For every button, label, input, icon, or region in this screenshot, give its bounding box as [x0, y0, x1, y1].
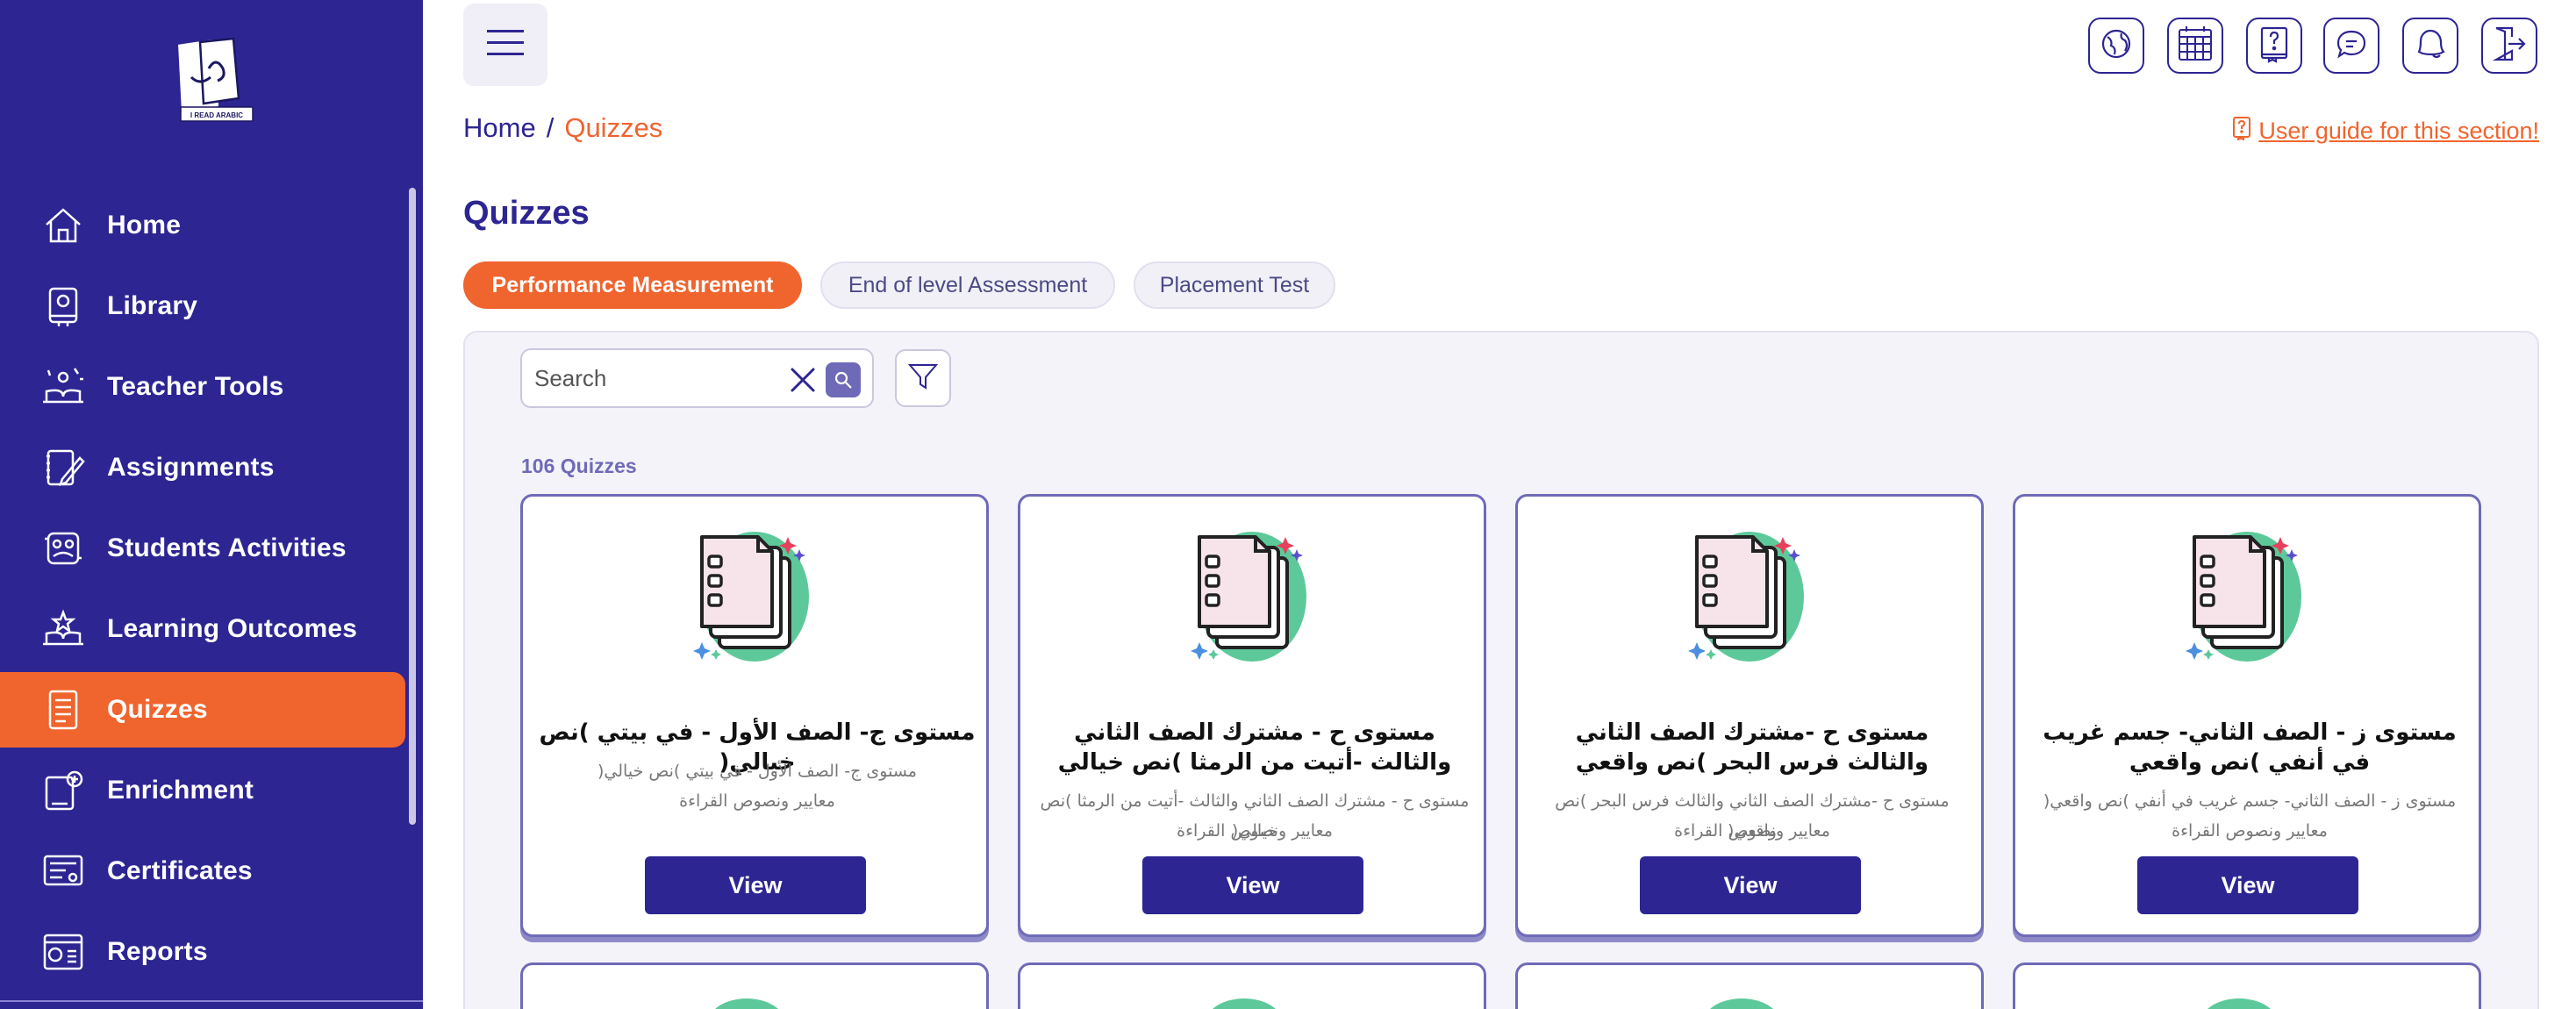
quiz-card: مستوى ح -مشترك الصف الثاني والثالث فرس ا… [1515, 494, 1984, 937]
sidebar-item-label: Library [107, 291, 198, 320]
quiz-category: معايير ونصوص القراءة [1177, 821, 1333, 841]
quiz-illustration-icon [684, 521, 828, 665]
library-icon [39, 282, 88, 331]
chat-icon [2334, 26, 2369, 66]
sidebar-item-students-activities[interactable]: Students Activities [0, 511, 405, 586]
quiz-title: مستوى ح - مشترك الصف الثاني والثالث -أتي… [1057, 719, 1452, 776]
globe-icon [2099, 26, 2134, 66]
quiz-card-partial [1515, 962, 1984, 1009]
sidebar-item-label: Teacher Tools [107, 372, 284, 401]
students-activities-icon [39, 524, 88, 573]
quiz-card-partial [1018, 962, 1486, 1009]
quiz-card: مستوى ج- الصف الأول - في بيتي )نص خيالي(… [520, 494, 989, 937]
home-icon [39, 201, 88, 250]
calendar-button[interactable] [2167, 18, 2223, 74]
sidebar-divider [0, 1000, 423, 1002]
close-icon[interactable] [787, 364, 819, 396]
quiz-illustration-icon [2177, 521, 2321, 665]
tab-end-of-level-assessment[interactable]: End of level Assessment [820, 261, 1115, 309]
quiz-subtitle: مستوى ز - الصف الثاني- جسم غريب في أنفي … [2043, 791, 2457, 811]
notification-bell-icon [2412, 25, 2449, 67]
quiz-card: مستوى ح - مشترك الصف الثاني والثالث -أتي… [1018, 494, 1486, 937]
sidebar-item-label: Home [107, 211, 182, 240]
enrichment-icon [39, 766, 88, 815]
sidebar-item-label: Learning Outcomes [107, 614, 358, 643]
sidebar-item-assignments[interactable]: Assignments [0, 430, 405, 505]
quiz-subtitle: مستوى ج- الصف الأول - في بيتي )نص خيالي( [597, 762, 917, 781]
quiz-category: معايير ونصوص القراءة [2172, 821, 2328, 841]
breadcrumb-current: Quizzes [564, 112, 663, 143]
messages-button[interactable] [2323, 18, 2379, 74]
tab-performance-measurement[interactable]: Performance Measurement [463, 261, 802, 309]
hamburger-icon [485, 28, 526, 62]
quiz-title: مستوى ح -مشترك الصف الثاني والثالث فرس ا… [1575, 719, 1929, 776]
breadcrumb: Home / Quizzes [463, 112, 662, 144]
sidebar: I READ ARABIC Home Library Teacher Tools [0, 0, 423, 1009]
quiz-category: معايير ونصوص القراءة [1674, 821, 1830, 841]
user-guide-icon [2232, 116, 2251, 147]
search-input[interactable] [534, 361, 771, 396]
help-book-icon [2257, 25, 2292, 68]
teacher-tools-icon [39, 362, 88, 411]
sidebar-item-label: Quizzes [107, 695, 208, 724]
user-guide-label: User guide for this section! [2258, 118, 2539, 144]
breadcrumb-separator: / [546, 112, 555, 143]
sidebar-item-label: Reports [107, 937, 208, 966]
search-icon[interactable] [826, 362, 861, 397]
view-button[interactable]: View [1142, 856, 1363, 914]
sidebar-item-learning-outcomes[interactable]: Learning Outcomes [0, 591, 405, 667]
help-button[interactable] [2246, 18, 2302, 74]
quizzes-icon [39, 685, 88, 734]
quiz-illustration-icon [2200, 998, 2279, 1009]
menu-toggle-button[interactable] [463, 4, 547, 86]
filter-icon [907, 361, 939, 397]
quiz-title: مستوى ز - الصف الثاني- جسم غريب في أنفي … [2043, 719, 2457, 776]
quiz-illustration-icon [1702, 998, 1781, 1009]
sidebar-item-label: Certificates [107, 856, 253, 885]
filter-button[interactable] [895, 349, 951, 407]
search-box [520, 348, 874, 408]
tab-placement-test[interactable]: Placement Test [1134, 261, 1335, 309]
quiz-illustration-icon [707, 998, 786, 1009]
view-button[interactable]: View [2137, 856, 2358, 914]
quiz-illustration-icon [1205, 998, 1284, 1009]
sidebar-item-label: Enrichment [107, 776, 254, 805]
learning-outcomes-icon [39, 605, 88, 654]
sidebar-item-label: Assignments [107, 453, 275, 482]
logo-text: I READ ARABIC [190, 111, 243, 119]
sidebar-item-library[interactable]: Library [0, 268, 405, 344]
sidebar-item-teacher-tools[interactable]: Teacher Tools [0, 349, 405, 425]
view-button[interactable]: View [645, 856, 866, 914]
sidebar-scrollbar[interactable] [409, 188, 416, 825]
breadcrumb-home-link[interactable]: Home [463, 112, 536, 144]
sidebar-item-certificates[interactable]: Certificates [0, 834, 405, 909]
quiz-category: معايير ونصوص القراءة [679, 791, 835, 811]
logout-button[interactable] [2481, 18, 2537, 74]
view-button[interactable]: View [1640, 856, 1861, 914]
language-button[interactable] [2088, 18, 2144, 74]
reports-icon [39, 927, 88, 977]
sidebar-item-reports[interactable]: Reports [0, 914, 405, 990]
sidebar-item-quizzes[interactable]: Quizzes [0, 672, 405, 748]
quiz-card-partial [2013, 962, 2481, 1009]
sidebar-item-enrichment[interactable]: Enrichment [0, 753, 405, 828]
quiz-illustration-icon [1679, 521, 1823, 665]
sidebar-item-label: Students Activities [107, 533, 347, 562]
sidebar-item-home[interactable]: Home [0, 188, 405, 263]
assignments-icon [39, 443, 88, 492]
quiz-card: مستوى ز - الصف الثاني- جسم غريب في أنفي … [2013, 494, 2481, 937]
quiz-illustration-icon [1182, 521, 1326, 665]
quiz-card-partial [520, 962, 989, 1009]
user-guide-link[interactable]: User guide for this section! [2232, 116, 2539, 147]
logout-icon [2491, 25, 2528, 68]
calendar-icon [2176, 25, 2215, 68]
certificates-icon [39, 847, 88, 896]
page-title: Quizzes [463, 195, 590, 232]
app-logo[interactable]: I READ ARABIC [165, 33, 258, 126]
quiz-count: 106 Quizzes [521, 454, 637, 477]
notifications-button[interactable] [2402, 18, 2458, 74]
